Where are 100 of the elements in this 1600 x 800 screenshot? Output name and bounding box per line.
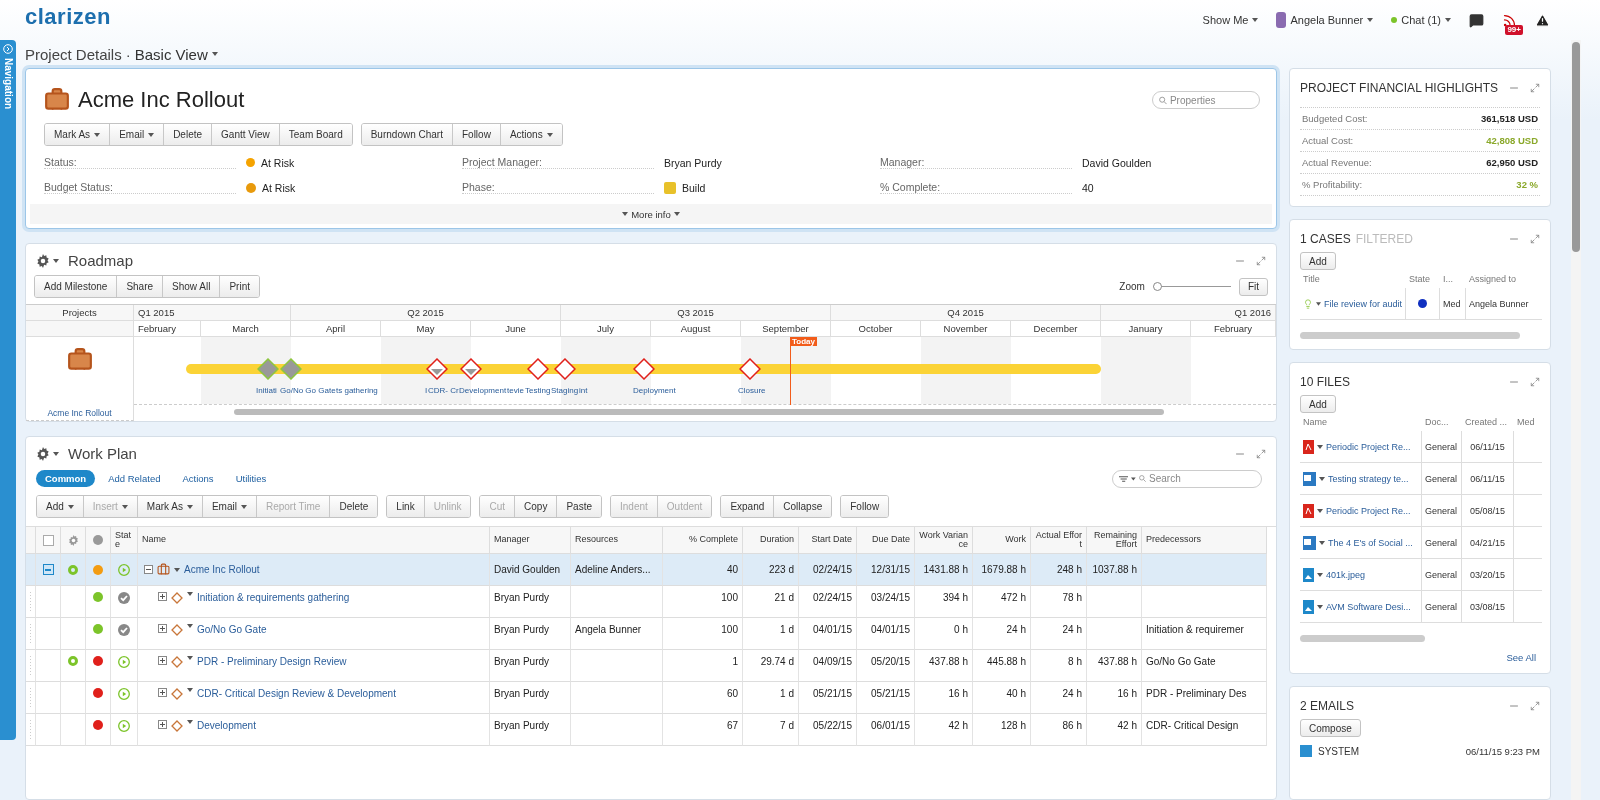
column-header[interactable]: Assigned to <box>1466 270 1542 288</box>
milestone-diamond[interactable] <box>527 358 549 380</box>
view-menu[interactable]: Basic View <box>134 45 218 63</box>
gear-icon[interactable] <box>36 253 50 268</box>
toolbar-button[interactable]: Copy <box>515 496 558 517</box>
milestone-diamond[interactable] <box>426 358 448 380</box>
toolbar-button[interactable]: Follow <box>452 124 501 145</box>
milestone-diamond[interactable] <box>280 358 302 380</box>
add-button[interactable]: Add <box>1300 252 1336 270</box>
column-header[interactable]: Name <box>138 527 490 554</box>
drag-handle[interactable] <box>30 624 31 644</box>
column-header[interactable]: State <box>1406 270 1440 288</box>
toolbar-button[interactable]: Show All <box>163 276 221 297</box>
fit-button[interactable]: Fit <box>1238 277 1268 296</box>
column-header[interactable]: Duration <box>743 527 799 554</box>
task-name-link[interactable]: Development <box>197 720 256 731</box>
toolbar-button[interactable]: Share <box>117 276 164 297</box>
column-header[interactable]: Remaining Effort <box>1087 527 1142 554</box>
filter-icon[interactable] <box>1119 474 1129 483</box>
column-header[interactable]: Actual Effort <box>1031 527 1087 554</box>
toolbar-button[interactable]: Mark As <box>137 496 203 517</box>
navigation-tab[interactable]: Navigation <box>0 40 16 740</box>
expand-icon[interactable] <box>158 656 167 665</box>
column-header[interactable]: % Complete <box>663 527 743 554</box>
tab[interactable]: Common <box>36 470 96 487</box>
add-button[interactable]: Add <box>1300 395 1336 413</box>
column-header[interactable]: Predecessors <box>1142 527 1267 554</box>
toolbar-button[interactable]: Print <box>220 276 259 297</box>
case-link[interactable]: File review for audit <box>1323 298 1402 309</box>
toolbar-button[interactable]: Delete <box>330 496 378 517</box>
tab[interactable]: Add Related <box>99 470 170 487</box>
milestone-label[interactable]: ts gathering <box>336 386 378 395</box>
show-me-menu[interactable]: Show Me <box>1202 14 1259 26</box>
scrollbar-thumb[interactable] <box>1300 332 1520 339</box>
milestone-diamond[interactable] <box>257 358 279 380</box>
task-name-link[interactable]: Initiation & requirements gathering <box>197 592 350 603</box>
toolbar-button[interactable]: Team Board <box>279 124 352 145</box>
chat-icon[interactable] <box>1469 12 1484 28</box>
row-checkbox[interactable] <box>42 564 54 575</box>
drag-handle[interactable] <box>30 592 31 612</box>
milestone-label[interactable]: tevie <box>507 386 524 395</box>
task-name-link[interactable]: PDR - Preliminary Design Review <box>197 656 347 667</box>
column-header[interactable]: Manager <box>490 527 571 554</box>
milestone-label[interactable]: Testing <box>525 386 551 395</box>
column-header[interactable]: Resources <box>571 527 663 554</box>
see-all-link[interactable]: See All <box>1506 652 1536 663</box>
scrollbar-thumb[interactable] <box>234 409 1164 415</box>
expand-icon[interactable] <box>158 624 167 633</box>
milestone-label[interactable]: CDR- Cr <box>428 386 459 395</box>
toolbar-button[interactable]: Collapse <box>774 496 832 517</box>
gear-icon[interactable] <box>36 446 50 461</box>
toolbar-button[interactable]: Link <box>387 496 425 517</box>
project-link[interactable]: Acme Inc Rollout <box>47 408 112 418</box>
column-header[interactable]: Start Date <box>799 527 857 554</box>
column-header[interactable]: Name <box>1300 413 1422 431</box>
search-input[interactable]: Properties <box>1169 94 1253 106</box>
column-header[interactable]: Created ... <box>1462 413 1514 431</box>
column-header[interactable]: Due Date <box>857 527 915 554</box>
column-header[interactable]: I... <box>1440 270 1466 288</box>
milestone-label[interactable]: Development <box>459 386 507 395</box>
milestone-label[interactable]: Initiati <box>256 386 277 395</box>
expand-icon[interactable] <box>158 688 167 697</box>
file-link[interactable]: Periodic Project Re... <box>1326 441 1411 452</box>
file-link[interactable]: AVM Software Desi... <box>1326 601 1411 612</box>
toolbar-button[interactable]: Add Milestone <box>35 276 118 297</box>
milestone-label[interactable]: int <box>579 386 588 395</box>
expand-icon[interactable] <box>158 720 167 729</box>
toolbar-button[interactable]: Delete <box>164 124 213 145</box>
feed-icon[interactable] <box>1502 12 1517 28</box>
tab[interactable]: Utilities <box>226 470 276 487</box>
milestone-diamond[interactable] <box>460 358 482 380</box>
file-link[interactable]: Periodic Project Re... <box>1326 505 1411 516</box>
toolbar-button[interactable]: Burndown Chart <box>361 124 453 145</box>
scrollbar-thumb[interactable] <box>1572 42 1580 252</box>
scrollbar-thumb[interactable] <box>1300 635 1425 642</box>
file-link[interactable]: 401k.jpeg <box>1326 569 1366 580</box>
chat-menu[interactable]: Chat (1) <box>1391 14 1451 26</box>
milestone-diamond[interactable] <box>554 358 576 380</box>
column-header[interactable]: Title <box>1300 270 1406 288</box>
compose-button[interactable]: Compose <box>1300 719 1361 737</box>
more-info-bar[interactable]: More info <box>30 204 1272 224</box>
file-link[interactable]: The 4 E's of Social ... <box>1328 537 1413 548</box>
column-header[interactable]: Med <box>1514 413 1542 431</box>
toolbar-button[interactable]: Email <box>110 124 165 145</box>
toolbar-button[interactable]: Email <box>202 496 257 517</box>
column-header[interactable]: State <box>111 527 138 554</box>
slider-thumb[interactable] <box>1152 282 1162 291</box>
column-header[interactable]: Doc... <box>1422 413 1462 431</box>
toolbar-button[interactable]: Actions <box>500 124 562 145</box>
toolbar-button[interactable]: Mark As <box>45 124 111 145</box>
toolbar-button[interactable]: Gantt View <box>212 124 280 145</box>
task-name-link[interactable]: Acme Inc Rollout <box>184 564 260 575</box>
column-header[interactable]: Work <box>973 527 1031 554</box>
toolbar-button[interactable]: Paste <box>557 496 601 517</box>
toolbar-button[interactable]: Expand <box>721 496 775 517</box>
toolbar-button[interactable]: Follow <box>841 496 889 517</box>
drag-handle[interactable] <box>30 688 31 708</box>
milestone-diamond[interactable] <box>633 358 655 380</box>
warning-icon[interactable] <box>1535 12 1550 28</box>
drag-handle[interactable] <box>30 720 31 740</box>
